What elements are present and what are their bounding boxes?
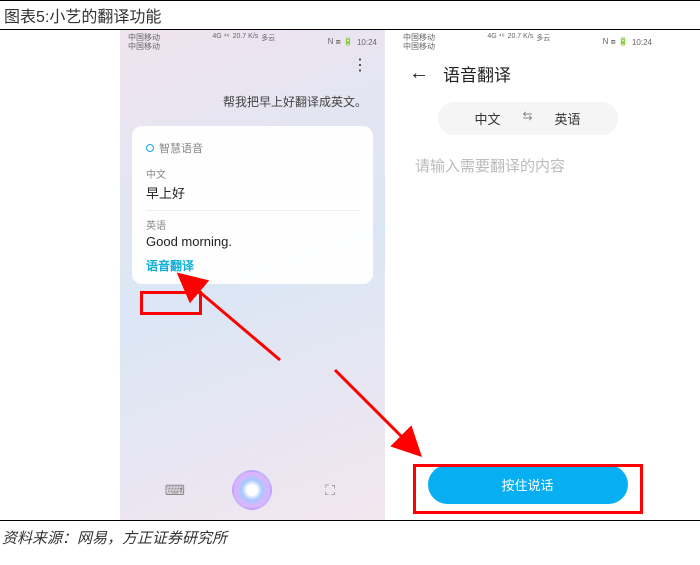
phones-container: 中国移动 中国移动 4G ⁴⁶ 20.7 K/s 多云 N ⧈ 🔋 10:24 … xyxy=(0,30,700,521)
carrier-text: 中国移动 xyxy=(403,33,435,42)
phone-screenshot-right: 中国移动 中国移动 4G ⁴⁶ 20.7 K/s 多云 N ⧈ 🔋 10:24 … xyxy=(395,30,660,520)
carrier-text: 中国移动 xyxy=(128,42,160,51)
target-text: Good morning. xyxy=(146,234,359,249)
translate-input-placeholder[interactable]: 请输入需要翻译的内容 xyxy=(395,151,660,180)
annotation-box-1 xyxy=(140,291,202,315)
more-icon[interactable]: ⋮ xyxy=(120,53,385,75)
lang-from[interactable]: 中文 xyxy=(474,109,500,128)
back-arrow-icon[interactable]: ← xyxy=(409,62,429,85)
status-middle: 4G ⁴⁶ 20.7 K/s 多云 xyxy=(487,33,550,51)
language-toggle[interactable]: 中文 ⇆ 英语 xyxy=(438,102,618,135)
speed-text: 20.7 K/s xyxy=(233,33,259,51)
bottom-toolbar: ⌨ ⛶ xyxy=(120,470,385,510)
scan-icon[interactable]: ⛶ xyxy=(318,478,342,502)
source-text: 早上好 xyxy=(146,183,359,202)
source-lang-label: 中文 xyxy=(146,166,359,181)
speed-text: 20.7 K/s xyxy=(508,33,534,51)
target-lang-label: 英语 xyxy=(146,217,359,232)
voice-dot-icon xyxy=(146,144,154,152)
carrier-text: 中国移动 xyxy=(403,42,435,51)
lang-to[interactable]: 英语 xyxy=(555,109,581,128)
translation-card: 智慧语音 中文 早上好 英语 Good morning. 语音翻译 xyxy=(132,126,373,284)
clock-text: 10:24 xyxy=(357,38,377,47)
card-header: 智慧语音 xyxy=(146,140,359,156)
card-header-text: 智慧语音 xyxy=(159,140,203,156)
annotation-box-2 xyxy=(413,464,643,514)
swap-icon[interactable]: ⇆ xyxy=(522,109,532,128)
user-prompt: 帮我把早上好翻译成英文。 xyxy=(120,75,385,120)
weather-text: 多云 xyxy=(536,33,550,51)
weather-text: 多云 xyxy=(261,33,275,51)
keyboard-icon[interactable]: ⌨ xyxy=(163,478,187,502)
page-header: ← 语音翻译 xyxy=(395,53,660,94)
phone-screenshot-left: 中国移动 中国移动 4G ⁴⁶ 20.7 K/s 多云 N ⧈ 🔋 10:24 … xyxy=(120,30,385,520)
status-icons: N ⧈ 🔋 xyxy=(603,37,628,47)
status-icons: N ⧈ 🔋 xyxy=(328,37,353,47)
status-bar: 中国移动 中国移动 4G ⁴⁶ 20.7 K/s 多云 N ⧈ 🔋 10:24 xyxy=(395,30,660,53)
clock-text: 10:24 xyxy=(632,38,652,47)
status-bar: 中国移动 中国移动 4G ⁴⁶ 20.7 K/s 多云 N ⧈ 🔋 10:24 xyxy=(120,30,385,53)
card-divider xyxy=(146,210,359,211)
signal-text: 4G ⁴⁶ xyxy=(487,33,504,51)
page-title: 语音翻译 xyxy=(443,61,511,86)
figure-title: 图表5:小艺的翻译功能 xyxy=(0,0,700,30)
signal-text: 4G ⁴⁶ xyxy=(212,33,229,51)
status-middle: 4G ⁴⁶ 20.7 K/s 多云 xyxy=(212,33,275,51)
source-attribution: 资料来源：网易，方正证券研究所 xyxy=(0,521,700,560)
voice-translate-link[interactable]: 语音翻译 xyxy=(146,257,359,274)
voice-orb-button[interactable] xyxy=(232,470,272,510)
carrier-text: 中国移动 xyxy=(128,33,160,42)
